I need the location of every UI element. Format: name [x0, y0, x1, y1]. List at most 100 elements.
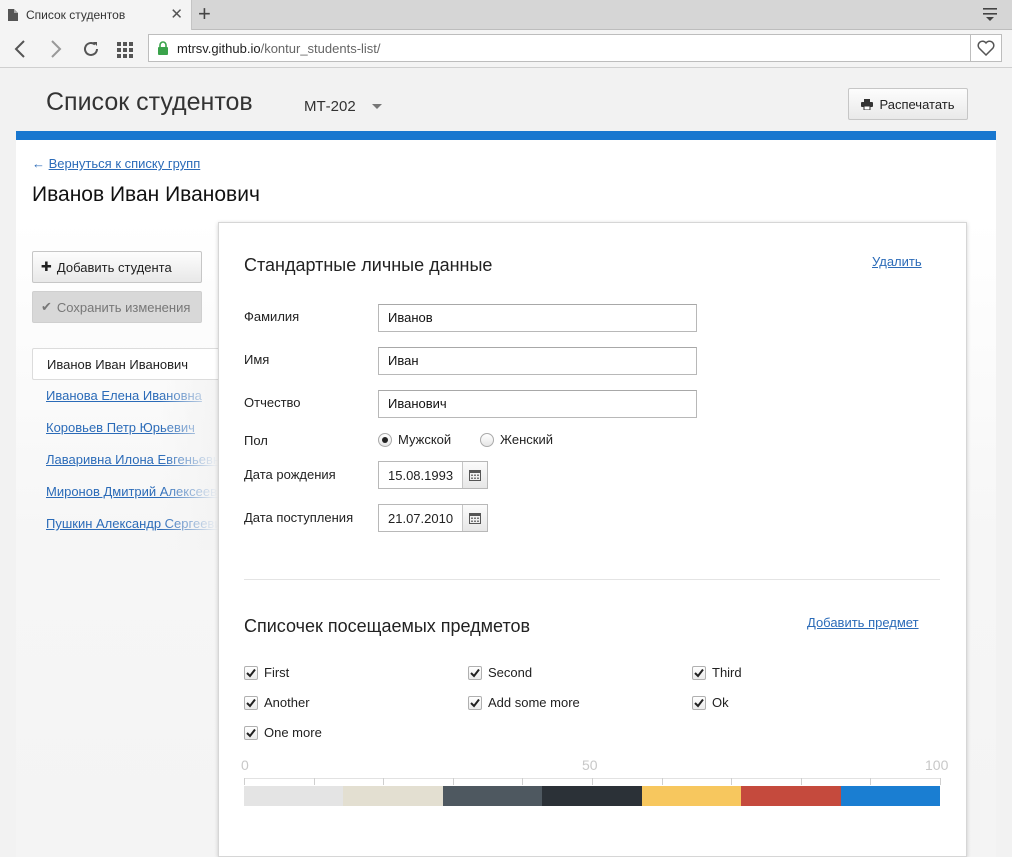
scale-tick	[940, 778, 941, 785]
subject-label: Another	[264, 695, 310, 710]
subject-checkbox[interactable]: Another	[244, 695, 310, 710]
checkbox-checked-icon	[692, 695, 706, 710]
student-name-heading: Иванов Иван Иванович	[32, 183, 260, 206]
scale-tick	[870, 778, 871, 785]
color-segment	[542, 786, 642, 806]
subject-checkbox[interactable]: Third	[692, 665, 742, 680]
scale-tick	[453, 778, 454, 785]
left-arrow-icon: ←	[32, 156, 49, 171]
color-segment	[641, 786, 742, 806]
gender-female-label: Женский	[500, 432, 553, 447]
accent-bar	[16, 131, 996, 140]
printer-icon	[861, 98, 874, 110]
scale-tick	[383, 778, 384, 785]
calendar-icon[interactable]	[462, 462, 487, 488]
radio-selected-icon	[378, 432, 392, 447]
gender-male-label: Мужской	[398, 432, 452, 447]
subjects-title: Списочек посещаемых предметов	[244, 616, 531, 636]
back-to-groups-link[interactable]: ← Вернуться к списку групп	[32, 156, 200, 171]
subject-label: Add some more	[488, 695, 580, 710]
gender-male-radio[interactable]: Мужской	[378, 432, 451, 447]
scale-tick	[244, 778, 245, 785]
name-field[interactable]: Иван	[378, 347, 697, 375]
subject-checkbox[interactable]: One more	[244, 725, 322, 740]
scale-tick	[592, 778, 593, 785]
subject-checkbox[interactable]: First	[244, 665, 289, 680]
print-button[interactable]: Распечатать	[848, 88, 968, 120]
color-segment	[442, 786, 543, 806]
scale-label-mid: 50	[582, 757, 598, 773]
checkbox-checked-icon	[692, 665, 706, 680]
scale-tick	[662, 778, 663, 785]
checkbox-checked-icon	[468, 665, 482, 680]
subject-label: Third	[712, 665, 742, 680]
scale-tick	[731, 778, 732, 785]
lock-icon	[158, 41, 168, 55]
delete-student-link[interactable]: Удалить	[872, 254, 922, 269]
calendar-icon[interactable]	[462, 505, 487, 531]
add-student-label: Добавить студента	[56, 259, 172, 275]
subject-label: First	[264, 665, 290, 680]
scale-label-min: 0	[241, 757, 249, 773]
bookmark-heart-icon[interactable]	[970, 34, 1002, 62]
url-path: /kontur_students-list/	[260, 40, 381, 56]
subject-checkbox[interactable]: Second	[468, 665, 532, 680]
save-changes-button[interactable]: ✔ Сохранить изменения	[32, 291, 202, 323]
scale-tick	[801, 778, 802, 785]
back-arrow-icon[interactable]	[10, 38, 32, 60]
new-tab-icon[interactable]: +	[198, 3, 211, 25]
subject-checkbox[interactable]: Ok	[692, 695, 729, 710]
back-link-label: Вернуться к списку групп	[48, 156, 201, 171]
gender-label: Пол	[244, 433, 268, 448]
add-subject-link[interactable]: Добавить предмет	[807, 615, 919, 630]
birth-date-field[interactable]: 15.08.1993	[378, 461, 488, 489]
color-segment	[244, 786, 344, 806]
close-tab-icon[interactable]: ✕	[170, 7, 183, 23]
forward-arrow-icon[interactable]	[44, 38, 66, 60]
subject-label: One more	[264, 725, 322, 740]
group-select[interactable]: МТ-202	[304, 98, 382, 115]
save-changes-label: Сохранить изменения	[56, 299, 191, 315]
name-label: Имя	[244, 352, 270, 367]
add-student-button[interactable]: ✚ Добавить студента	[32, 251, 202, 283]
color-segment	[343, 786, 443, 806]
radio-unselected-icon	[480, 432, 494, 447]
student-list-item[interactable]: Иванов Иван Иванович	[32, 348, 218, 380]
color-segment-bar	[244, 786, 940, 806]
checkbox-checked-icon	[244, 665, 258, 680]
browser-tab[interactable]: Список студентов ✕	[0, 0, 192, 30]
browser-menu-icon[interactable]	[982, 6, 998, 22]
color-segment	[741, 786, 841, 806]
enroll-date-value: 21.07.2010	[388, 511, 454, 526]
document-icon	[8, 9, 18, 21]
subject-label: Second	[488, 665, 533, 680]
browser-toolbar: mtrsv.github.io/kontur_students-list/	[0, 30, 1012, 68]
reload-icon[interactable]	[80, 38, 102, 60]
subject-checkbox[interactable]: Add some more	[468, 695, 580, 710]
chevron-down-icon	[371, 104, 382, 109]
scale-tick	[314, 778, 315, 785]
checkbox-checked-icon	[468, 695, 482, 710]
checkbox-checked-icon	[244, 695, 258, 710]
section-divider	[244, 579, 940, 580]
surname-label: Фамилия	[244, 309, 300, 324]
checkmark-icon: ✔	[41, 299, 52, 314]
scale-tick	[522, 778, 523, 785]
address-bar[interactable]: mtrsv.github.io/kontur_students-list/	[148, 34, 971, 62]
enroll-date-field[interactable]: 21.07.2010	[378, 504, 488, 532]
surname-field[interactable]: Иванов	[378, 304, 697, 332]
color-segment	[840, 786, 940, 806]
plus-icon: ✚	[41, 259, 52, 274]
birth-date-label: Дата рождения	[244, 467, 336, 482]
personal-data-title: Стандартные личные данные	[244, 255, 493, 275]
tab-title: Список студентов	[26, 8, 126, 22]
birth-date-value: 15.08.1993	[388, 468, 454, 483]
subject-label: Ok	[712, 695, 729, 710]
apps-grid-icon[interactable]	[114, 38, 136, 60]
group-select-value: МТ-202	[304, 98, 356, 115]
patronymic-label: Отчество	[244, 395, 301, 410]
patronymic-field[interactable]: Иванович	[378, 390, 697, 418]
page-title: Список студентов	[46, 88, 253, 116]
gender-female-radio[interactable]: Женский	[480, 432, 553, 447]
checkbox-checked-icon	[244, 725, 258, 740]
